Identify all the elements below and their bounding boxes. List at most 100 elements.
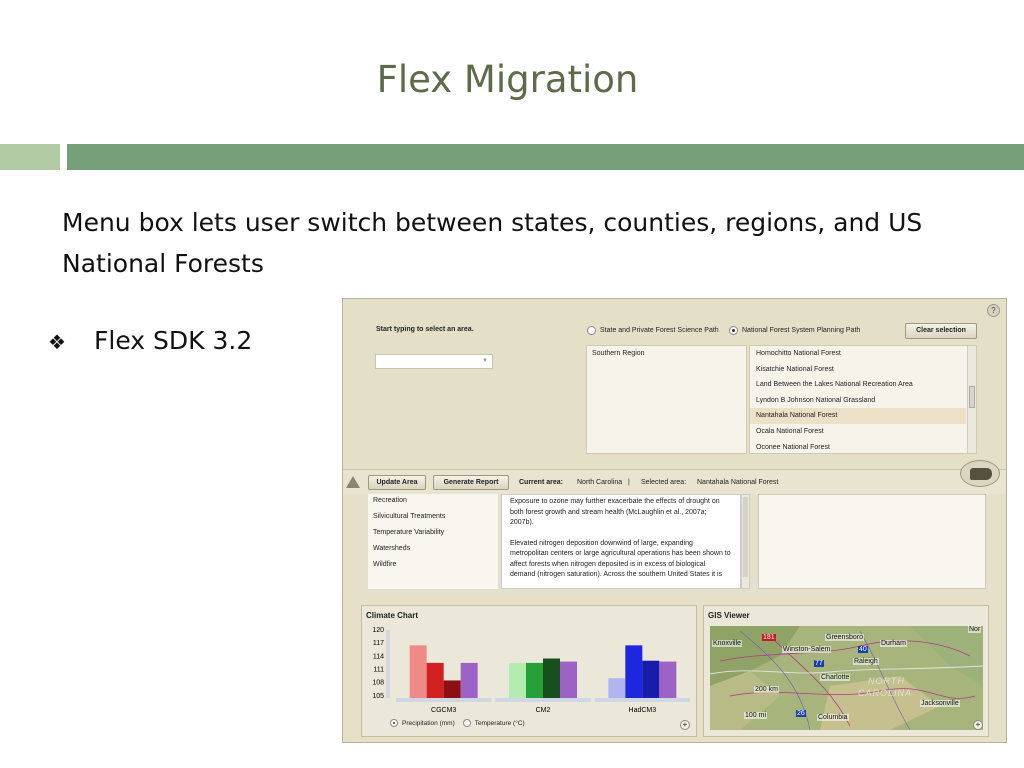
radio-indicator[interactable]	[587, 326, 596, 335]
toolbar-separator: |	[628, 479, 630, 486]
clear-selection-button[interactable]: Clear selection	[905, 323, 977, 339]
decorative-band-left	[0, 144, 60, 170]
radio-precipitation[interactable]	[390, 719, 398, 727]
x-category-label: HadCM3	[629, 707, 657, 714]
y-tick-label: 111	[373, 666, 384, 673]
description-paragraph: Elevated nitrogen deposition downwind of…	[510, 539, 731, 579]
generate-report-button[interactable]: Generate Report	[433, 475, 509, 490]
forest-item[interactable]: Oconee National Forest	[750, 440, 966, 453]
forest-item[interactable]: Ocala National Forest	[750, 424, 966, 440]
radio-temperature[interactable]	[462, 719, 471, 727]
detail-box	[758, 494, 986, 589]
map-label-knoxville: Knoxville	[712, 640, 743, 647]
gis-viewer-title: GIS Viewer	[708, 611, 750, 620]
interstate-181-icon: 181	[762, 634, 776, 641]
map-scale-km: 200 km	[754, 686, 779, 693]
forest-item-selected[interactable]: Nantahala National Forest	[750, 408, 966, 424]
topic-panel: Recreation Silvicultural Treatments Temp…	[358, 494, 993, 596]
select-area-prompt: Start typing to select an area.	[376, 326, 474, 333]
scrollbar-thumb[interactable]	[743, 497, 748, 577]
map-label-durham: Durham	[880, 640, 907, 647]
bar[interactable]	[659, 661, 677, 698]
forest-item[interactable]: Homochitto National Forest	[750, 346, 966, 362]
group-baseline	[396, 698, 492, 702]
radio-label: Precipitation (mm)	[402, 719, 455, 727]
decorative-band-right	[67, 144, 1024, 170]
interstate-26-icon: 26	[796, 710, 806, 717]
topic-item[interactable]: Wildfire	[368, 558, 498, 574]
expand-chart-button[interactable]: +	[680, 720, 690, 730]
radio-planning-path[interactable]: National Forest System Planning Path	[729, 326, 860, 335]
slide-title: Flex Migration	[376, 58, 639, 101]
bullet-text: Flex SDK 3.2	[94, 326, 253, 355]
description-paragraph: Exposure to ozone may further exacerbate…	[510, 498, 720, 526]
region-list: Southern Region	[586, 345, 747, 454]
help-icon[interactable]: ?	[987, 304, 1000, 317]
radio-indicator[interactable]	[729, 326, 738, 335]
diamond-bullet-icon: ❖	[48, 330, 66, 354]
usa-map-icon[interactable]	[960, 460, 1000, 487]
y-tick-label: 105	[372, 693, 384, 700]
x-category-label: CM2	[536, 707, 551, 714]
y-tick-label: 114	[373, 653, 384, 660]
interstate-77-icon: 77	[814, 660, 824, 667]
gis-viewer-panel: GIS Viewer Knoxville Greensboro Durham W…	[703, 605, 989, 737]
radio-science-path[interactable]: State and Private Forest Science Path	[587, 326, 719, 335]
forest-list: Homochitto National Forest Kisatchie Nat…	[749, 345, 977, 454]
bar[interactable]	[608, 678, 626, 698]
bar[interactable]	[642, 660, 660, 698]
description-scrollbar[interactable]	[741, 494, 750, 589]
topic-item[interactable]: Watersheds	[368, 542, 498, 558]
app-screenshot: ? Start typing to select an area. ▼ Stat…	[342, 298, 1007, 743]
bar[interactable]	[460, 662, 478, 698]
region-item[interactable]: Southern Region	[587, 346, 746, 361]
forest-item[interactable]: Lyndon B Johnson National Grassland	[750, 393, 966, 409]
map-label-greensboro: Greensboro	[825, 634, 864, 641]
bullet-item: ❖ Flex SDK 3.2	[48, 326, 252, 355]
chevron-down-icon[interactable]: ▼	[482, 358, 488, 364]
expand-map-button[interactable]: +	[973, 720, 983, 730]
interstate-40-icon: 40	[858, 646, 868, 653]
x-category-label: CGCM3	[431, 707, 456, 714]
map-label-nor: Nor	[968, 626, 982, 633]
climate-chart: 120 117 114 111 108 105 CGCM3 CM2 HadCM3	[372, 627, 690, 714]
map-scale-mi: 100 mi	[744, 712, 768, 719]
selected-area-value: Nantahala National Forest	[697, 479, 779, 486]
area-search-combo[interactable]: ▼	[375, 354, 493, 369]
bar[interactable]	[443, 680, 461, 698]
forest-list-scrollbar[interactable]	[967, 346, 976, 453]
usa-shape	[970, 468, 992, 480]
bar[interactable]	[409, 645, 427, 698]
map-label-charlotte: Charlotte	[820, 674, 851, 681]
topic-item[interactable]: Temperature Variability	[368, 526, 498, 542]
scrollbar-thumb[interactable]	[969, 386, 975, 408]
forest-item[interactable]: Land Between the Lakes National Recreati…	[750, 377, 966, 393]
topic-item[interactable]: Silvicultural Treatments	[368, 510, 498, 526]
area-toolbar: Update Area Generate Report Current area…	[343, 460, 1006, 494]
radio-label: State and Private Forest Science Path	[600, 327, 719, 334]
slide-subtitle: Menu box lets user switch between states…	[62, 208, 923, 278]
bar[interactable]	[625, 645, 643, 698]
update-area-button[interactable]: Update Area	[368, 475, 426, 490]
bar[interactable]	[543, 658, 560, 698]
topic-item[interactable]: Recreation	[368, 494, 498, 510]
radio-label: National Forest System Planning Path	[742, 327, 861, 334]
forest-item[interactable]: Kisatchie National Forest	[750, 362, 966, 378]
map-label-columbia: Columbia	[817, 714, 849, 721]
radio-label: Temperature (°C)	[474, 719, 525, 727]
map-label-carolina: CAROLINA	[858, 688, 913, 698]
map-label-north: NORTH	[868, 676, 905, 686]
gis-map[interactable]: Knoxville Greensboro Durham Winston-Sale…	[710, 626, 983, 730]
bar[interactable]	[426, 662, 444, 698]
climate-chart-title: Climate Chart	[366, 611, 419, 620]
map-label-winston-salem: Winston-Salem	[782, 646, 832, 653]
area-selection-panel: ? Start typing to select an area. ▼ Stat…	[343, 299, 1006, 469]
bar[interactable]	[509, 662, 526, 698]
y-tick-label: 120	[372, 627, 384, 634]
y-tick-label: 108	[372, 680, 384, 687]
bar[interactable]	[560, 661, 577, 698]
climate-chart-panel: Climate Chart 120 117 114 111 108 105 CGCM3 CM2…	[361, 605, 697, 737]
bar[interactable]	[526, 662, 543, 698]
topic-list: Recreation Silvicultural Treatments Temp…	[368, 494, 498, 589]
current-area-label: Current area:	[519, 479, 563, 486]
